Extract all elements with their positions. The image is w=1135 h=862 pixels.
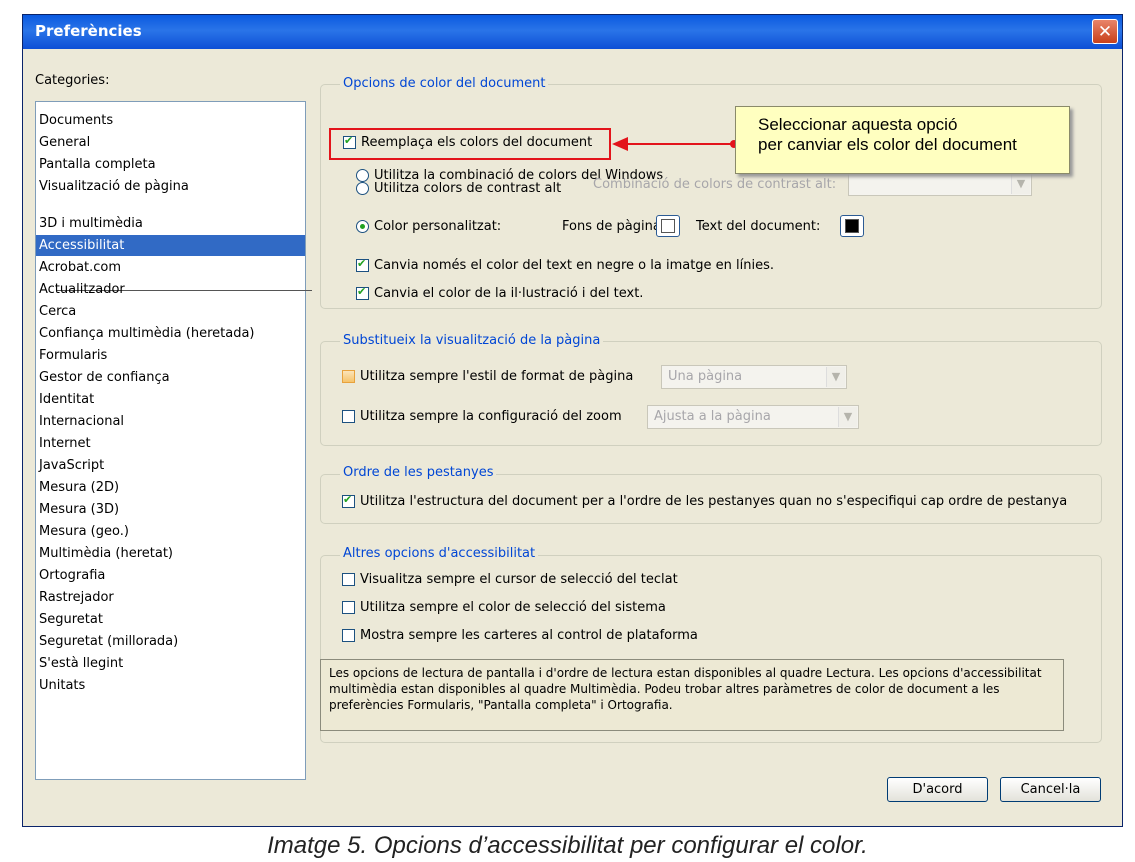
category-item[interactable]: Seguretat	[36, 609, 305, 630]
high-contrast-label: Utilitza colors de contrast alt	[374, 181, 562, 196]
category-item[interactable]: General	[36, 132, 305, 153]
info-text-box: Les opcions de lectura de pantalla i d'o…	[320, 659, 1064, 731]
category-item[interactable]: Gestor de confiança	[36, 367, 305, 388]
cancel-button[interactable]: Cancel·la	[1000, 777, 1101, 802]
custom-color-radio[interactable]	[356, 220, 369, 233]
always-layout-checkbox[interactable]	[342, 370, 355, 383]
change-art-text-checkbox[interactable]	[356, 285, 369, 300]
chevron-down-icon: ▼	[838, 407, 857, 427]
category-item[interactable]: Formularis	[36, 345, 305, 366]
category-item[interactable]: Multimèdia (heretat)	[36, 543, 305, 564]
change-black-only-row[interactable]: Canvia només el color del text en negre …	[356, 257, 775, 273]
category-item[interactable]: Pantalla completa	[36, 154, 305, 175]
system-selection-checkbox[interactable]	[342, 601, 355, 614]
always-zoom-row[interactable]: Utilitza sempre la configuració del zoom	[342, 409, 622, 424]
use-structure-row[interactable]: Utilitza l'estructura del document per a…	[342, 493, 1068, 509]
document-text-color	[845, 219, 859, 233]
system-selection-label: Utilitza sempre el color de selecció del…	[360, 600, 666, 615]
category-item[interactable]: Internet	[36, 433, 305, 454]
page-display-group	[320, 341, 1102, 446]
chevron-down-icon: ▼	[1011, 174, 1030, 194]
document-text-swatch[interactable]	[840, 215, 864, 237]
page-background-label: Fons de pàgina:	[562, 219, 666, 234]
zoom-combo-value: Ajusta a la pàgina	[654, 409, 771, 424]
ok-button[interactable]: D'acord	[887, 777, 988, 802]
category-item[interactable]: Seguretat (millorada)	[36, 631, 305, 652]
category-item[interactable]: Cerca	[36, 301, 305, 322]
page-display-legend: Substitueix la visualització de la pàgin…	[340, 333, 604, 348]
window-title: Preferències	[35, 22, 142, 40]
annotation-arrow	[612, 137, 738, 151]
category-item[interactable]: Rastrejador	[36, 587, 305, 608]
always-zoom-checkbox[interactable]	[342, 410, 355, 423]
always-layout-row[interactable]: Utilitza sempre l'estil de format de pàg…	[342, 369, 633, 384]
chevron-down-icon: ▼	[826, 367, 845, 387]
change-art-text-label: Canvia el color de la il·lustració i del…	[374, 286, 644, 301]
custom-color-row[interactable]: Color personalitzat:	[356, 219, 501, 234]
keyboard-cursor-row[interactable]: Visualitza sempre el cursor de selecció …	[342, 572, 678, 587]
category-item[interactable]: Unitats	[36, 675, 305, 696]
category-item[interactable]: Actualitzador	[36, 279, 305, 300]
change-black-only-label: Canvia només el color del text en negre …	[374, 258, 775, 273]
keyboard-cursor-label: Visualitza sempre el cursor de selecció …	[360, 572, 678, 587]
high-contrast-radio[interactable]	[356, 182, 369, 195]
category-item[interactable]: JavaScript	[36, 455, 305, 476]
category-item[interactable]: Ortografia	[36, 565, 305, 586]
close-button[interactable]: ✕	[1092, 19, 1118, 44]
category-item[interactable]: 3D i multimèdia	[36, 213, 305, 234]
category-item[interactable]: Mesura (3D)	[36, 499, 305, 520]
category-item[interactable]: S'està llegint	[36, 653, 305, 674]
high-contrast-row-main[interactable]: Utilitza colors de contrast alt	[356, 177, 561, 196]
categories-list[interactable]: Documents General Pantalla completa Visuali…	[35, 101, 312, 780]
system-selection-row[interactable]: Utilitza sempre el color de selecció del…	[342, 600, 666, 615]
always-layout-label: Utilitza sempre l'estil de format de pàg…	[360, 369, 634, 384]
color-options-legend: Opcions de color del document	[340, 76, 549, 91]
category-item[interactable]: Internacional	[36, 411, 305, 432]
page-background-swatch[interactable]	[656, 215, 680, 237]
category-item[interactable]: Confiança multimèdia (heretada)	[36, 323, 305, 344]
custom-color-label: Color personalitzat:	[374, 219, 502, 234]
change-black-only-checkbox[interactable]	[356, 257, 369, 272]
high-contrast-combo[interactable]: ▼	[848, 172, 1032, 196]
change-art-text-row[interactable]: Canvia el color de la il·lustració i del…	[356, 285, 644, 301]
other-options-legend: Altres opcions d'accessibilitat	[340, 546, 539, 561]
categories-label: Categories:	[35, 73, 110, 88]
show-portfolios-checkbox[interactable]	[342, 629, 355, 642]
category-item[interactable]: Visualització de pàgina	[36, 176, 305, 197]
keyboard-cursor-checkbox[interactable]	[342, 573, 355, 586]
high-contrast-combo-label: Combinació de colors de contrast alt:	[593, 177, 837, 192]
category-item[interactable]: Accessibilitat	[36, 235, 305, 256]
annotation-callout: Seleccionar aquesta opció per canviar el…	[735, 106, 1070, 174]
zoom-combo[interactable]: Ajusta a la pàgina ▼	[647, 405, 859, 429]
show-portfolios-row[interactable]: Mostra sempre les carteres al control de…	[342, 628, 698, 643]
use-structure-checkbox[interactable]	[342, 493, 355, 508]
category-item[interactable]: Mesura (geo.)	[36, 521, 305, 542]
category-item[interactable]: Acrobat.com	[36, 257, 305, 278]
figure-caption: Imatge 5. Opcions d’accessibilitat per c…	[267, 832, 868, 859]
annotation-line-1: Seleccionar aquesta opció	[758, 115, 958, 134]
document-text-label: Text del document:	[696, 219, 821, 234]
always-zoom-label: Utilitza sempre la configuració del zoom	[360, 409, 622, 424]
title-bar[interactable]: Preferències ✕	[23, 15, 1122, 49]
show-portfolios-label: Mostra sempre les carteres al control de…	[360, 628, 698, 643]
category-item[interactable]: Mesura (2D)	[36, 477, 305, 498]
page-background-color	[661, 219, 675, 233]
category-item[interactable]: Identitat	[36, 389, 305, 410]
layout-combo-value: Una pàgina	[668, 369, 743, 384]
tab-order-legend: Ordre de les pestanyes	[340, 465, 497, 480]
layout-combo[interactable]: Una pàgina ▼	[661, 365, 847, 389]
category-item[interactable]: Documents	[36, 110, 305, 131]
use-structure-label: Utilitza l'estructura del document per a…	[360, 494, 1068, 509]
annotation-line-2: per canviar els color del document	[758, 135, 1017, 154]
replace-colors-highlight	[329, 128, 611, 160]
